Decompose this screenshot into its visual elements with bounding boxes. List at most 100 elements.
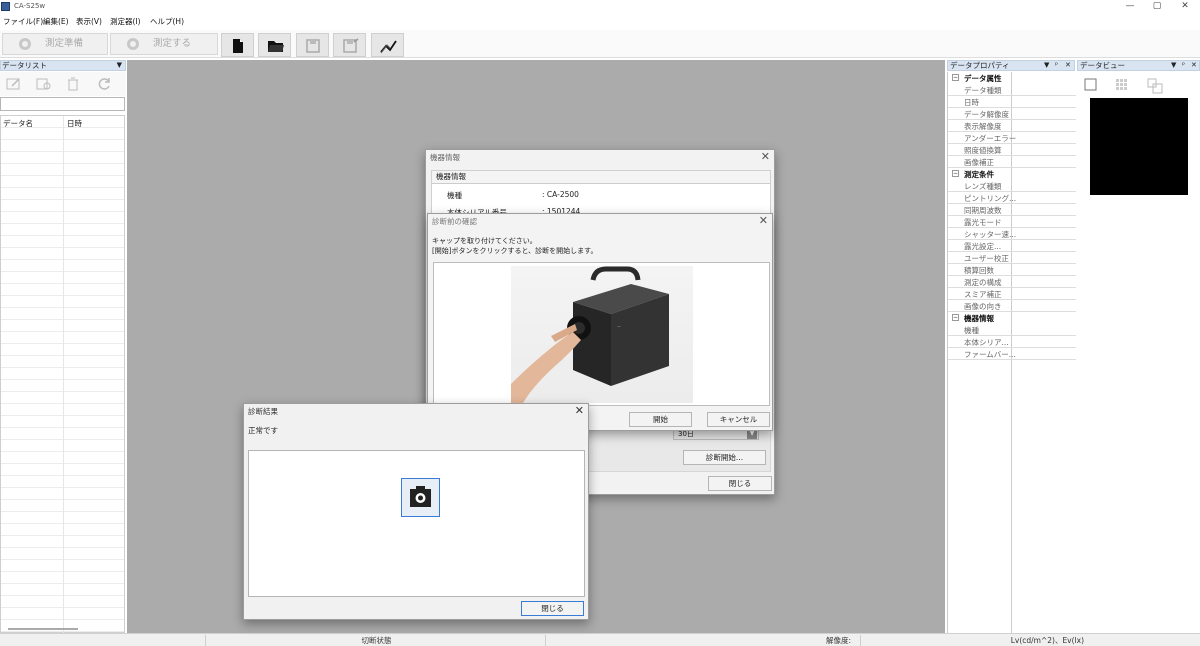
result-close-button[interactable]: 閉じる: [521, 601, 584, 616]
new-file-icon: [233, 39, 243, 53]
device-ok-icon: [401, 478, 440, 517]
open-folder-button[interactable]: [258, 33, 291, 57]
property-row[interactable]: 測定の構成: [948, 276, 1076, 288]
dataview-header: データビュー ▼ ᵖ ✕: [1077, 60, 1200, 71]
device-info-title: 機器情報: [430, 153, 460, 162]
title-bar: CA-S25w — ▢ ✕: [0, 0, 1200, 14]
device-photo: —: [511, 266, 693, 403]
menu-edit[interactable]: 編集(E): [43, 16, 69, 27]
property-label: ユーザー校正: [964, 254, 1009, 263]
collapse-icon[interactable]: −: [952, 314, 959, 321]
property-label: ピントリング...: [964, 194, 1017, 203]
collapse-icon[interactable]: −: [952, 74, 959, 81]
refresh-icon[interactable]: [98, 77, 112, 91]
property-row[interactable]: シャッター速...: [948, 228, 1076, 240]
property-row[interactable]: ピントリング...: [948, 192, 1076, 204]
app-icon: [1, 2, 10, 11]
property-row[interactable]: 照度値換算: [948, 144, 1076, 156]
property-row[interactable]: 露光設定...: [948, 240, 1076, 252]
property-row[interactable]: 画像の向き: [948, 300, 1076, 312]
dataview-pin-icon[interactable]: ᵖ: [1182, 61, 1185, 70]
property-category-label: 機器情報: [964, 314, 994, 323]
status-bar: 切断状態 解像度: Lv(cd/m^2)、Ev(lx): [0, 633, 1200, 646]
property-label: シャッター速...: [964, 230, 1017, 239]
datalist-filter-input[interactable]: [0, 97, 125, 111]
diagnosis-start-button[interactable]: 診断開始...: [683, 450, 766, 465]
property-label: 測定の構成: [964, 278, 1002, 287]
property-row[interactable]: 積算回数: [948, 264, 1076, 276]
prepare-measurement-button[interactable]: 測定準備: [2, 33, 108, 55]
property-row[interactable]: アンダーエラー: [948, 132, 1076, 144]
dataview-close-icon[interactable]: ✕: [1191, 61, 1197, 70]
property-row[interactable]: 表示解像度: [948, 120, 1076, 132]
single-view-icon[interactable]: [1084, 78, 1098, 92]
property-category[interactable]: − 機器情報: [948, 312, 1076, 324]
minimize-button[interactable]: —: [1115, 0, 1145, 14]
property-category[interactable]: − データ属性: [948, 72, 1076, 84]
result-status: 正常です: [248, 426, 278, 435]
column-header-datetime[interactable]: 日時: [67, 118, 82, 129]
collapse-icon[interactable]: −: [952, 170, 959, 177]
device-info-close-button[interactable]: 閉じる: [708, 476, 772, 491]
property-label: 表示解像度: [964, 122, 1002, 131]
column-header-data-name[interactable]: データ名: [3, 118, 33, 129]
property-row[interactable]: 同期周波数: [948, 204, 1076, 216]
property-row[interactable]: データ解像度: [948, 108, 1076, 120]
property-row[interactable]: 画像補正: [948, 156, 1076, 168]
dataview-dropdown-icon[interactable]: ▼: [1171, 61, 1176, 70]
period-select-value: 30日: [678, 430, 694, 438]
property-row[interactable]: ユーザー校正: [948, 252, 1076, 264]
property-label: 露光設定...: [964, 242, 1002, 251]
property-row[interactable]: ファームバー...: [948, 348, 1076, 360]
measure-icon: [127, 38, 139, 50]
menu-instrument[interactable]: 測定器(I): [110, 16, 141, 27]
start-button[interactable]: 開始: [629, 412, 692, 427]
settings-edit-icon[interactable]: [36, 77, 52, 91]
menu-file[interactable]: ファイル(F): [3, 16, 43, 27]
device-info-close-icon[interactable]: ✕: [761, 151, 770, 163]
menu-help[interactable]: ヘルプ(H): [150, 16, 184, 27]
save-button[interactable]: [296, 33, 329, 57]
grid-view-icon[interactable]: [1115, 78, 1129, 92]
close-window-button[interactable]: ✕: [1170, 0, 1200, 14]
properties-header: データプロパティ ▼ ᵖ ✕: [947, 60, 1075, 71]
confirm-title: 診断前の確認: [432, 217, 477, 226]
new-file-button[interactable]: [221, 33, 254, 57]
maximize-button[interactable]: ▢: [1142, 0, 1172, 14]
gear-icon: [19, 38, 31, 50]
property-row[interactable]: 露光モード: [948, 216, 1076, 228]
property-category-label: データ属性: [964, 74, 1002, 83]
property-row[interactable]: 本体シリア...: [948, 336, 1076, 348]
datalist-dropdown-icon[interactable]: ▼: [117, 61, 122, 70]
property-row[interactable]: レンズ種類: [948, 180, 1076, 192]
property-label: レンズ種類: [964, 182, 1002, 191]
units-status: Lv(cd/m^2)、Ev(lx): [860, 635, 1200, 646]
confirm-close-icon[interactable]: ✕: [759, 215, 768, 227]
property-row[interactable]: スミア補正: [948, 288, 1076, 300]
instruction-image-frame: —: [433, 262, 770, 406]
property-row[interactable]: 機種: [948, 324, 1076, 336]
result-close-icon[interactable]: ✕: [575, 405, 584, 417]
edit-icon[interactable]: [6, 77, 22, 91]
menu-view[interactable]: 表示(V): [76, 16, 102, 27]
property-category-label: 測定条件: [964, 170, 994, 179]
properties-pin-icon[interactable]: ᵖ: [1055, 61, 1058, 70]
datalist-scrollbar[interactable]: [8, 628, 78, 630]
property-row[interactable]: 日時: [948, 96, 1076, 108]
result-title: 診断結果: [248, 407, 278, 416]
property-row[interactable]: データ種類: [948, 84, 1076, 96]
compare-view-icon[interactable]: [1147, 78, 1163, 94]
save-as-button[interactable]: [333, 33, 366, 57]
properties-dropdown-icon[interactable]: ▼: [1044, 61, 1049, 70]
chart-icon: [380, 40, 397, 54]
prepare-measurement-label: 測定準備: [45, 38, 84, 49]
cancel-button[interactable]: キャンセル: [707, 412, 770, 427]
chart-button[interactable]: [371, 33, 404, 57]
property-category[interactable]: − 測定条件: [948, 168, 1076, 180]
property-label: 画像の向き: [964, 302, 1002, 311]
datalist-toolbar: [0, 72, 126, 96]
properties-close-icon[interactable]: ✕: [1065, 61, 1071, 70]
measure-button[interactable]: 測定する: [110, 33, 218, 55]
trash-icon[interactable]: [66, 77, 80, 91]
model-value: : CA-2500: [542, 190, 579, 199]
